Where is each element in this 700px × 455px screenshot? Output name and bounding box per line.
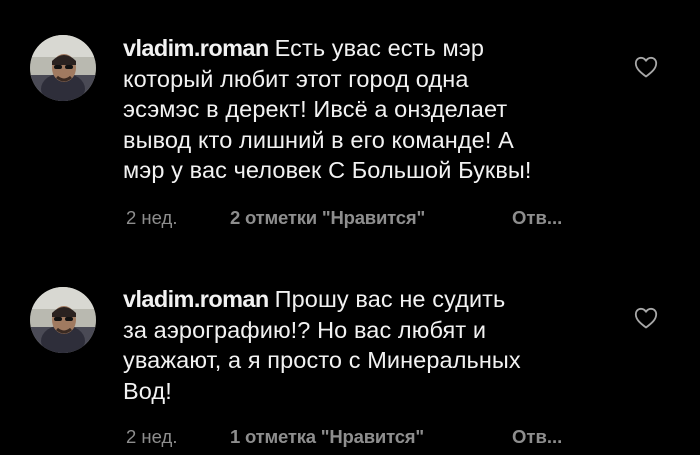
reply-button[interactable]: Отв... bbox=[512, 207, 562, 229]
likes-count-link[interactable]: 2 отметки "Нравится" bbox=[230, 207, 425, 229]
comment-text-line: за аэрографию!? Но вас любят и bbox=[123, 316, 487, 343]
heart-outline-icon bbox=[634, 307, 658, 329]
comment-item: vladim.roman Есть увас есть мэр который л… bbox=[0, 0, 700, 260]
comment-text-line: Есть увас есть мэр bbox=[274, 35, 484, 61]
comment-username[interactable]: vladim.roman bbox=[123, 35, 269, 61]
comment-line: vladim.roman Прошу вас не судить bbox=[123, 284, 623, 315]
comment-text-line: который любит этот город одна bbox=[123, 65, 469, 92]
likes-count-link[interactable]: 1 отметка "Нравится" bbox=[230, 426, 424, 448]
comment-timestamp: 2 нед. bbox=[126, 426, 178, 447]
comment-text-line: эсэмэс в дерект! Ивсё а онзделает bbox=[123, 96, 508, 122]
avatar[interactable] bbox=[30, 35, 96, 101]
like-button[interactable] bbox=[634, 56, 658, 78]
comment-line: vladim.roman Есть увас есть мэр bbox=[123, 33, 623, 64]
comment-username[interactable]: vladim.roman bbox=[123, 286, 269, 312]
reply-button[interactable]: Отв... bbox=[512, 426, 562, 448]
comment-text-line: Вод! bbox=[123, 377, 172, 404]
comment-item: vladim.roman Прошу вас не судить за аэрог… bbox=[0, 265, 700, 455]
user-avatar-icon bbox=[30, 35, 96, 101]
comment-text-line: вывод кто лишний в его команде! А bbox=[123, 126, 514, 153]
comment-text-line: уважают, а я просто с Минеральных bbox=[123, 347, 521, 373]
heart-outline-icon bbox=[634, 56, 658, 78]
comment-timestamp: 2 нед. bbox=[126, 207, 178, 228]
user-avatar-icon bbox=[30, 287, 96, 353]
like-button[interactable] bbox=[634, 307, 658, 329]
comment-text-line: мэр у вас человек С Большой Буквы! bbox=[123, 157, 532, 183]
comment-text-line: Прошу вас не судить bbox=[274, 286, 506, 312]
avatar[interactable] bbox=[30, 287, 96, 353]
comment-text: vladim.roman Прошу вас не судить за аэрог… bbox=[123, 284, 623, 406]
comment-text: vladim.roman Есть увас есть мэр который л… bbox=[123, 33, 623, 186]
